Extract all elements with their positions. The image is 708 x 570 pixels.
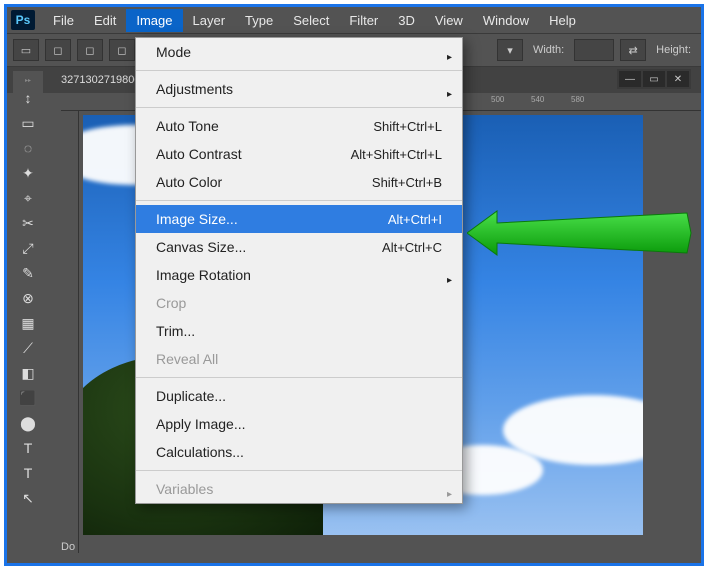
menu-item-label: Image Rotation (156, 267, 442, 283)
tool-eraser[interactable]: ⟋ (15, 336, 41, 360)
menu-item-shortcut: Alt+Ctrl+C (382, 240, 442, 255)
menu-type[interactable]: Type (235, 9, 283, 32)
menu-item-duplicate[interactable]: Duplicate... (136, 382, 462, 410)
menu-item-calculations[interactable]: Calculations... (136, 438, 462, 466)
menu-item-mode[interactable]: Mode (136, 38, 462, 66)
menu-item-label: Mode (156, 44, 442, 60)
menu-item-canvas-size[interactable]: Canvas Size...Alt+Ctrl+C (136, 233, 462, 261)
selection-add-icon[interactable]: ◻ (77, 39, 103, 61)
menu-item-label: Variables (156, 481, 442, 497)
tool-history-brush[interactable]: ▦ (15, 311, 41, 335)
tool-marquee[interactable]: ▭ (15, 111, 41, 135)
menu-item-label: Apply Image... (156, 416, 442, 432)
tool-blur[interactable]: ⬛ (15, 386, 41, 410)
menu-item-label: Calculations... (156, 444, 442, 460)
menu-item-label: Image Size... (156, 211, 388, 227)
tool-stamp[interactable]: ⊗ (15, 286, 41, 310)
tool-brush[interactable]: ✎ (15, 261, 41, 285)
menu-item-variables: Variables (136, 475, 462, 503)
menu-filter[interactable]: Filter (339, 9, 388, 32)
tool-eyedropper[interactable]: ✂ (15, 211, 41, 235)
zoom-level[interactable]: Do (61, 541, 75, 553)
image-menu-dropdown: ModeAdjustmentsAuto ToneShift+Ctrl+LAuto… (135, 37, 463, 504)
tool-pen[interactable]: T (15, 436, 41, 460)
menu-item-label: Crop (156, 295, 442, 311)
status-bar: Do (61, 537, 75, 557)
menu-item-image-size[interactable]: Image Size...Alt+Ctrl+I (136, 205, 462, 233)
style-dropdown[interactable]: ▾ (497, 39, 523, 61)
menu-layer[interactable]: Layer (183, 9, 236, 32)
menu-item-crop: Crop (136, 289, 462, 317)
menu-item-shortcut: Alt+Ctrl+I (388, 212, 442, 227)
menu-item-label: Auto Contrast (156, 146, 351, 162)
menu-item-image-rotation[interactable]: Image Rotation (136, 261, 462, 289)
menu-item-shortcut: Alt+Shift+Ctrl+L (351, 147, 442, 162)
menu-edit[interactable]: Edit (84, 9, 126, 32)
tool-magic-wand[interactable]: ✦ (15, 161, 41, 185)
menu-item-label: Adjustments (156, 81, 442, 97)
width-field[interactable] (574, 39, 614, 61)
ruler-tick: 540 (531, 95, 544, 104)
ruler-tick: 580 (571, 95, 584, 104)
tool-path-select[interactable]: ↖ (15, 486, 41, 510)
height-label: Height: (652, 44, 695, 56)
tool-lasso[interactable]: ◌ (15, 136, 41, 160)
menu-window[interactable]: Window (473, 9, 539, 32)
menu-help[interactable]: Help (539, 9, 586, 32)
width-label: Width: (529, 44, 568, 56)
maximize-button[interactable]: ▭ (643, 71, 665, 87)
tool-expand-icon[interactable]: ▸▸ (15, 75, 41, 85)
tool-healing[interactable]: ⤢ (15, 236, 41, 260)
menu-item-shortcut: Shift+Ctrl+L (373, 119, 442, 134)
menu-file[interactable]: File (43, 9, 84, 32)
selection-new-icon[interactable]: ◻ (45, 39, 71, 61)
menu-image[interactable]: Image (126, 9, 182, 32)
menu-item-label: Auto Color (156, 174, 372, 190)
app-logo: Ps (11, 10, 35, 30)
minimize-button[interactable]: — (619, 71, 641, 87)
tool-crop[interactable]: ⌖ (15, 186, 41, 210)
tool-preset-icon[interactable]: ▭ (13, 39, 39, 61)
menu-item-label: Duplicate... (156, 388, 442, 404)
menu-item-apply-image[interactable]: Apply Image... (136, 410, 462, 438)
tool-type[interactable]: T (15, 461, 41, 485)
menu-item-adjustments[interactable]: Adjustments (136, 75, 462, 103)
menu-item-trim[interactable]: Trim... (136, 317, 462, 345)
menu-item-label: Trim... (156, 323, 442, 339)
tool-dodge[interactable]: ⬤ (15, 411, 41, 435)
menu-bar: Ps File Edit Image Layer Type Select Fil… (7, 7, 701, 33)
menu-item-shortcut: Shift+Ctrl+B (372, 175, 442, 190)
swap-icon[interactable]: ⇄ (620, 39, 646, 61)
menu-item-auto-color[interactable]: Auto ColorShift+Ctrl+B (136, 168, 462, 196)
menu-3d[interactable]: 3D (388, 9, 425, 32)
tool-move[interactable]: ↕ (15, 86, 41, 110)
tool-gradient[interactable]: ◧ (15, 361, 41, 385)
menu-view[interactable]: View (425, 9, 473, 32)
menu-item-reveal-all: Reveal All (136, 345, 462, 373)
menu-item-auto-tone[interactable]: Auto ToneShift+Ctrl+L (136, 112, 462, 140)
menu-item-label: Auto Tone (156, 118, 373, 134)
close-button[interactable]: ✕ (667, 71, 689, 87)
menu-item-label: Reveal All (156, 351, 442, 367)
menu-select[interactable]: Select (283, 9, 339, 32)
ruler-tick: 500 (491, 95, 504, 104)
menu-item-label: Canvas Size... (156, 239, 382, 255)
menu-item-auto-contrast[interactable]: Auto ContrastAlt+Shift+Ctrl+L (136, 140, 462, 168)
selection-subtract-icon[interactable]: ◻ (109, 39, 135, 61)
window-controls: — ▭ ✕ (617, 69, 691, 89)
ruler-vertical (61, 111, 79, 553)
document-tab[interactable]: 3271302719800 (61, 74, 141, 86)
tools-panel: ▸▸ ↕ ▭ ◌ ✦ ⌖ ✂ ⤢ ✎ ⊗ ▦ ⟋ ◧ ⬛ ⬤ T T ↖ (13, 71, 43, 514)
